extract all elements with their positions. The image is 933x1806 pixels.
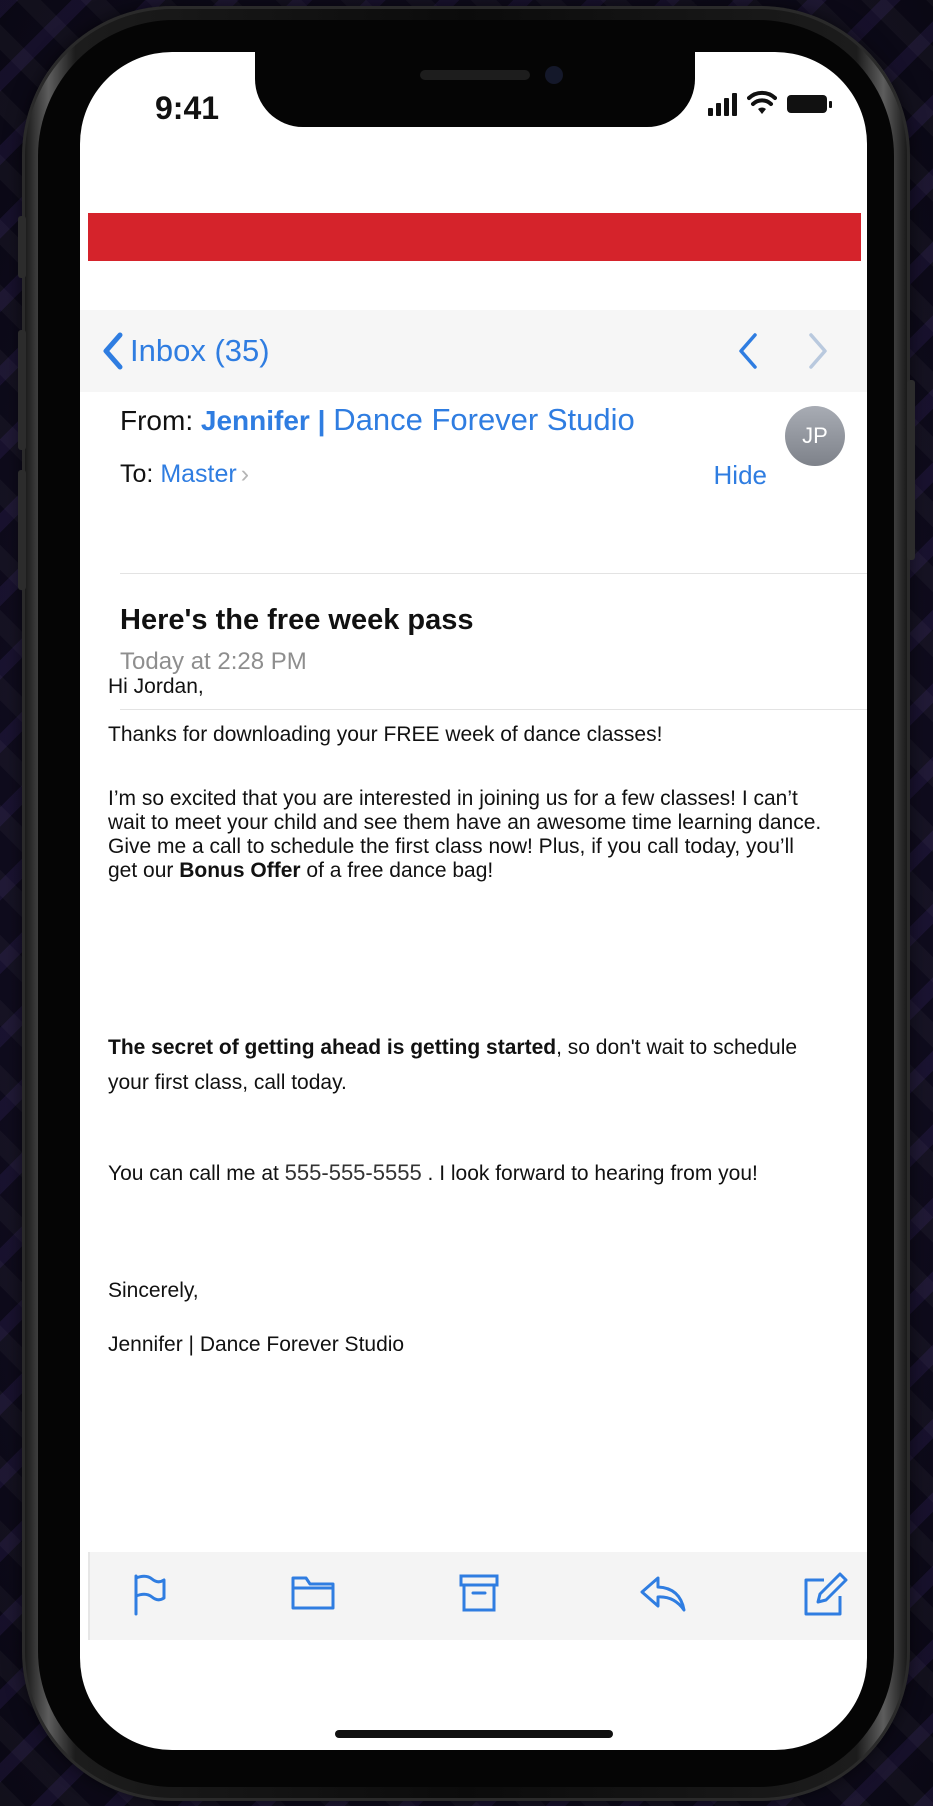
mail-toolbar <box>88 1552 867 1640</box>
back-label: Inbox (35) <box>130 333 270 368</box>
email-date: Today at 2:28 PM <box>120 648 307 675</box>
recipient-name[interactable]: Master <box>160 460 236 488</box>
chevron-right-icon: › <box>240 460 250 488</box>
notch <box>255 52 695 127</box>
mail-navigation-bar: Inbox (35) <box>80 310 867 392</box>
mute-switch <box>18 216 26 278</box>
flag-icon[interactable] <box>130 1572 170 1616</box>
divider <box>120 573 867 574</box>
signature: Jennifer | Dance Forever Studio <box>108 1333 405 1356</box>
front-camera <box>545 66 563 84</box>
earpiece-speaker <box>420 70 530 80</box>
from-label: From: <box>120 405 194 436</box>
contact-text: You can call me at <box>108 1162 285 1185</box>
compose-icon[interactable] <box>802 1572 848 1618</box>
volume-down-button <box>18 470 26 590</box>
phone-number-link[interactable]: 555-555-5555 <box>285 1160 422 1185</box>
bonus-offer-text: Bonus Offer <box>179 859 301 882</box>
email-subject: Here's the free week pass <box>120 604 474 636</box>
paragraph-offer: I’m so excited that you are interested i… <box>108 787 828 883</box>
status-icons <box>708 90 832 116</box>
sender-name[interactable]: Jennifer | <box>201 405 326 436</box>
paragraph-contact: You can call me at 555-555-5555 . I look… <box>108 1155 828 1191</box>
to-line: To: Master › <box>120 460 249 489</box>
phone-screen: 9:41 Inbox (35) From: Jennifer | Dance F… <box>80 52 867 1750</box>
closing: Sincerely, <box>108 1279 199 1302</box>
to-label: To: <box>120 460 154 488</box>
back-to-inbox-button[interactable]: Inbox (35) <box>102 332 270 370</box>
divider <box>120 709 867 710</box>
contact-end-text: . I look forward to hearing from you! <box>421 1162 758 1185</box>
motivation-bold-text: The secret of getting ahead is getting s… <box>108 1036 557 1059</box>
paragraph-motivation: The secret of getting ahead is getting s… <box>108 1030 828 1100</box>
reply-icon[interactable] <box>638 1572 688 1614</box>
chevron-left-icon <box>103 332 123 370</box>
battery-icon <box>787 95 832 113</box>
cellular-signal-icon <box>708 92 737 116</box>
greeting: Hi Jordan, <box>108 675 204 698</box>
power-button <box>907 380 915 560</box>
next-message-icon[interactable] <box>807 332 829 370</box>
wifi-icon <box>747 90 777 114</box>
previous-message-icon[interactable] <box>737 332 759 370</box>
offer-end-text: of a free dance bag! <box>300 859 494 882</box>
archive-icon[interactable] <box>458 1572 500 1614</box>
volume-up-button <box>18 330 26 450</box>
header-banner <box>88 213 861 261</box>
sender-studio[interactable]: Dance Forever Studio <box>333 402 635 437</box>
hide-details-button[interactable]: Hide <box>714 460 767 491</box>
from-line: From: Jennifer | Dance Forever Studio <box>120 402 635 438</box>
avatar[interactable]: JP <box>785 406 845 466</box>
folder-icon[interactable] <box>290 1572 336 1612</box>
status-time: 9:41 <box>155 90 220 126</box>
home-indicator[interactable] <box>335 1730 613 1738</box>
paragraph-intro: Thanks for downloading your FREE week of… <box>108 723 663 746</box>
